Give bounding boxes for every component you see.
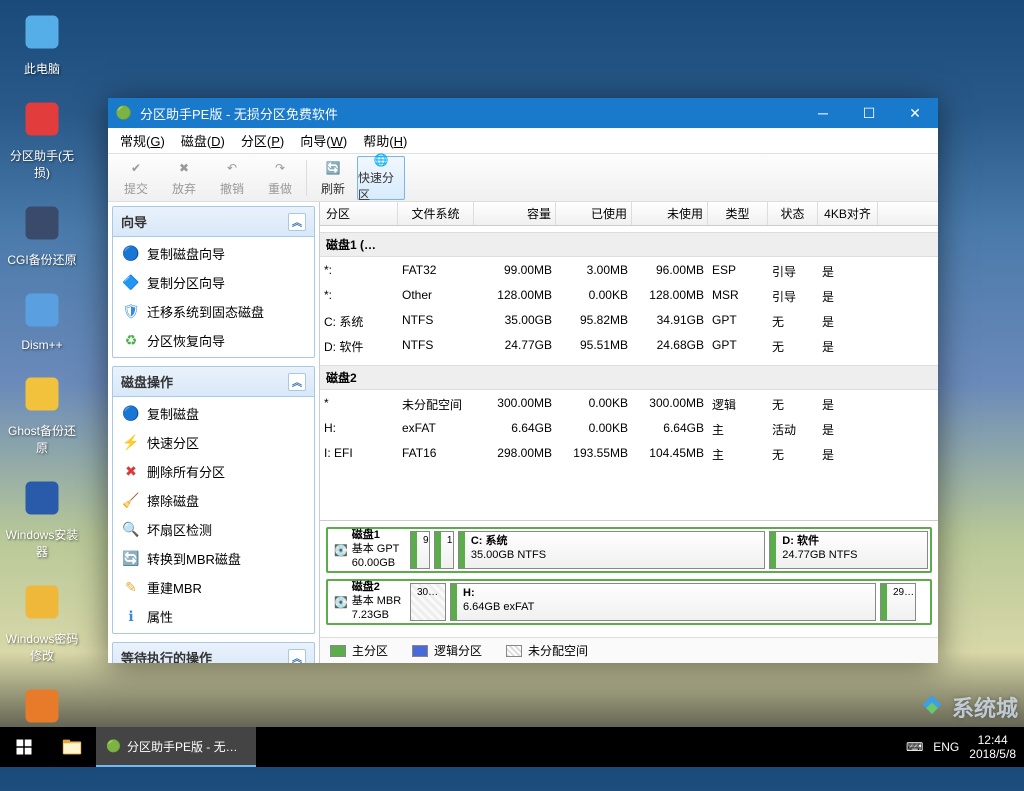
sidebar-item[interactable]: ⚡快速分区 xyxy=(113,428,314,457)
taskbar-explorer[interactable] xyxy=(48,727,96,767)
collapse-icon[interactable]: ︽ xyxy=(288,213,306,231)
grid-header: 分区文件系统容量已使用未使用类型状态4KB对齐 xyxy=(320,202,938,226)
sidebar-item[interactable]: 🧹擦除磁盘 xyxy=(113,486,314,515)
cgi-backup-icon[interactable]: CGI备份还原 xyxy=(4,199,80,268)
sidebar-item[interactable]: ✎重建MBR xyxy=(113,573,314,602)
diskmap-row[interactable]: 💽磁盘2基本 MBR7.23GB30…H:6.64GB exFAT29… xyxy=(326,579,932,625)
start-button[interactable] xyxy=(0,727,48,767)
tray-keyboard-icon[interactable]: ⌨ xyxy=(906,740,923,754)
sidebar: 向导︽🔵复制磁盘向导🔷复制分区向导🛡迁移系统到固态磁盘♻分区恢复向导磁盘操作︽🔵… xyxy=(108,202,320,663)
window-title: 分区助手PE版 - 无损分区免费软件 xyxy=(140,104,800,123)
desktop: 此电脑分区助手(无损) CGI备份还原 Dism++ Ghost备份还原 Windows… xyxy=(0,0,84,791)
diskmap-block[interactable]: D: 软件24.77GB NTFS xyxy=(769,531,928,569)
close-button[interactable]: ✕ xyxy=(892,98,938,128)
titlebar[interactable]: 🟢 分区助手PE版 - 无损分区免费软件 ─ ☐ ✕ xyxy=(108,98,938,128)
panel-2: 等待执行的操作︽ xyxy=(112,642,315,663)
menu-p[interactable]: 分区(P) xyxy=(233,129,292,152)
menu-w[interactable]: 向导(W) xyxy=(292,129,355,152)
sidebar-item[interactable]: ♻分区恢复向导 xyxy=(113,326,314,355)
pc-icon[interactable]: 此电脑 xyxy=(4,8,80,77)
sidebar-item[interactable]: ✖删除所有分区 xyxy=(113,457,314,486)
diskmap-block[interactable]: 9 xyxy=(410,531,430,569)
collapse-icon[interactable]: ︽ xyxy=(288,649,306,664)
windows-password-icon[interactable]: Windows密码修改 xyxy=(4,578,80,664)
menu-d[interactable]: 磁盘(D) xyxy=(173,129,233,152)
disk-header[interactable]: 磁盘1 (… xyxy=(320,232,938,257)
system-tray[interactable]: ⌨ ENG 12:44 2018/5/8 xyxy=(898,733,1024,762)
partition-row[interactable]: *未分配空间300.00MB0.00KB300.00MB逻辑无是 xyxy=(320,392,938,417)
panel-0: 向导︽🔵复制磁盘向导🔷复制分区向导🛡迁移系统到固态磁盘♻分区恢复向导 xyxy=(112,206,315,358)
partition-row[interactable]: I: EFIFAT16298.00MB193.55MB104.45MB主无是 xyxy=(320,442,938,467)
partition-grid[interactable]: 分区文件系统容量已使用未使用类型状态4KB对齐 磁盘1 (…*:FAT3299.… xyxy=(320,202,938,520)
partition-assist-icon[interactable]: 分区助手(无损) xyxy=(4,95,80,181)
partition-row[interactable]: D: 软件NTFS24.77GB95.51MB24.68GBGPT无是 xyxy=(320,334,938,359)
toolbar-undo: ↶撤销 xyxy=(208,156,256,200)
partition-row[interactable]: *:Other128.00MB0.00KB128.00MBMSR引导是 xyxy=(320,284,938,309)
disk-map: 💽磁盘1基本 GPT60.00GB91C: 系统35.00GB NTFSD: 软… xyxy=(320,520,938,637)
app-icon: 🟢 xyxy=(106,739,121,753)
legend-item: 主分区 xyxy=(330,642,388,659)
tray-language[interactable]: ENG xyxy=(933,740,959,754)
sidebar-item[interactable]: ℹ属性 xyxy=(113,602,314,631)
menubar: 常规(G)磁盘(D)分区(P)向导(W)帮助(H) xyxy=(108,128,938,154)
col-header[interactable]: 分区 xyxy=(320,202,398,225)
dism-icon[interactable]: Dism++ xyxy=(4,286,80,352)
minimize-button[interactable]: ─ xyxy=(800,98,846,128)
menu-g[interactable]: 常规(G) xyxy=(112,129,173,152)
toolbar-refresh[interactable]: 🔄刷新 xyxy=(309,156,357,200)
diskmap-row[interactable]: 💽磁盘1基本 GPT60.00GB91C: 系统35.00GB NTFSD: 软… xyxy=(326,527,932,573)
col-header[interactable]: 容量 xyxy=(474,202,556,225)
diskmap-block[interactable]: H:6.64GB exFAT xyxy=(450,583,876,621)
col-header[interactable]: 状态 xyxy=(768,202,818,225)
partition-row[interactable]: C: 系统NTFS35.00GB95.82MB34.91GBGPT无是 xyxy=(320,309,938,334)
col-header[interactable]: 文件系统 xyxy=(398,202,474,225)
col-header[interactable]: 已使用 xyxy=(556,202,632,225)
toolbar-quick-partition[interactable]: 🌐快速分区 xyxy=(357,156,405,200)
partition-row[interactable]: H:exFAT6.64GB0.00KB6.64GB主活动是 xyxy=(320,417,938,442)
taskbar-app-partition[interactable]: 🟢 分区助手PE版 - 无… xyxy=(96,727,256,767)
diskmap-block[interactable]: 1 xyxy=(434,531,454,569)
sidebar-item[interactable]: 🔵复制磁盘 xyxy=(113,399,314,428)
watermark: 系统城 xyxy=(918,691,1018,723)
app-icon: 🟢 xyxy=(114,103,134,123)
ghost-backup-icon[interactable]: Ghost备份还原 xyxy=(4,370,80,456)
menu-h[interactable]: 帮助(H) xyxy=(355,129,415,152)
sidebar-item[interactable]: 🔷复制分区向导 xyxy=(113,268,314,297)
diskmap-block[interactable]: C: 系统35.00GB NTFS xyxy=(458,531,765,569)
main-panel: 分区文件系统容量已使用未使用类型状态4KB对齐 磁盘1 (…*:FAT3299.… xyxy=(320,202,938,663)
maximize-button[interactable]: ☐ xyxy=(846,98,892,128)
sidebar-item[interactable]: 🔍坏扇区检测 xyxy=(113,515,314,544)
sidebar-item[interactable]: 🔵复制磁盘向导 xyxy=(113,239,314,268)
collapse-icon[interactable]: ︽ xyxy=(288,373,306,391)
diskmap-block[interactable]: 30… xyxy=(410,583,446,621)
disk-header[interactable]: 磁盘2 xyxy=(320,365,938,390)
legend-item: 逻辑分区 xyxy=(412,642,482,659)
legend-item: 未分配空间 xyxy=(506,642,588,659)
windows-installer-icon[interactable]: Windows安装器 xyxy=(4,474,80,560)
taskbar: 🟢 分区助手PE版 - 无… ⌨ ENG 12:44 2018/5/8 xyxy=(0,727,1024,767)
tray-clock[interactable]: 12:44 2018/5/8 xyxy=(969,733,1016,762)
sidebar-item[interactable]: 🔄转换到MBR磁盘 xyxy=(113,544,314,573)
legend: 主分区 逻辑分区 未分配空间 xyxy=(320,637,938,663)
sidebar-item[interactable]: 🛡迁移系统到固态磁盘 xyxy=(113,297,314,326)
col-header[interactable]: 未使用 xyxy=(632,202,708,225)
partition-assistant-window: 🟢 分区助手PE版 - 无损分区免费软件 ─ ☐ ✕ 常规(G)磁盘(D)分区(… xyxy=(108,98,938,663)
panel-1: 磁盘操作︽🔵复制磁盘⚡快速分区✖删除所有分区🧹擦除磁盘🔍坏扇区检测🔄转换到MBR… xyxy=(112,366,315,634)
partition-row[interactable]: *:FAT3299.00MB3.00MB96.00MBESP引导是 xyxy=(320,259,938,284)
col-header[interactable]: 4KB对齐 xyxy=(818,202,878,225)
diskmap-block[interactable]: 29… xyxy=(880,583,916,621)
col-header[interactable]: 类型 xyxy=(708,202,768,225)
toolbar-discard: ✖放弃 xyxy=(160,156,208,200)
toolbar-redo: ↷重做 xyxy=(256,156,304,200)
toolbar: ✔提交✖放弃↶撤销↷重做🔄刷新🌐快速分区 xyxy=(108,154,938,202)
toolbar-commit: ✔提交 xyxy=(112,156,160,200)
